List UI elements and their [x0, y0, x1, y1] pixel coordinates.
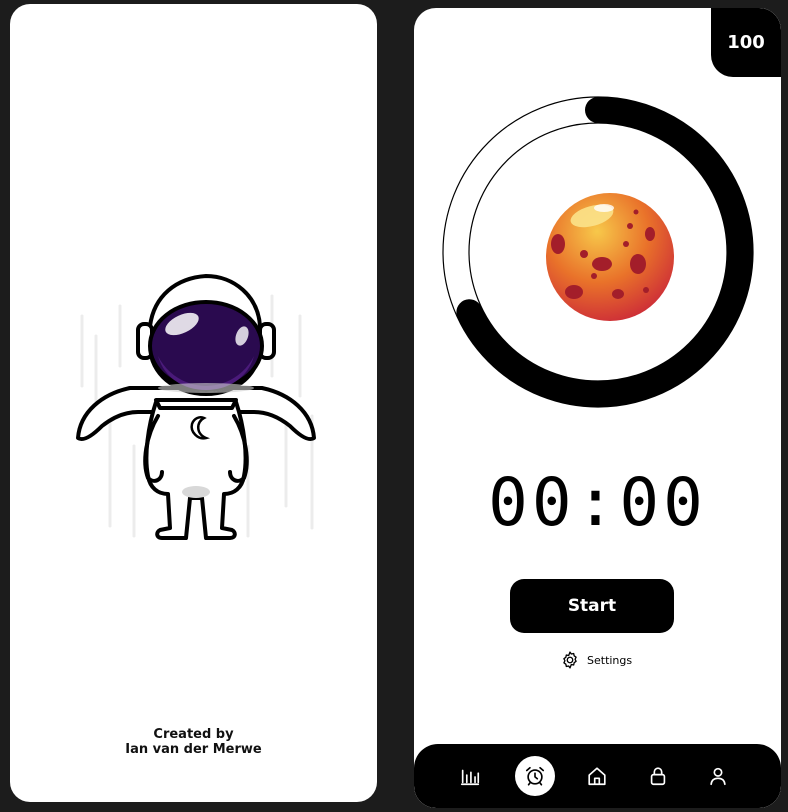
home-icon [588, 767, 606, 786]
settings-link[interactable]: Settings [560, 649, 632, 671]
credit-line-1: Created by [153, 727, 234, 742]
nav-timer[interactable] [515, 756, 555, 796]
score-badge: 100 [711, 8, 781, 77]
splash-screen: Created by Ian van der Merwe [10, 4, 377, 802]
nav-lock[interactable] [638, 756, 678, 796]
credit-author: Ian van der Merwe [125, 742, 262, 757]
credit-text: Created by Ian van der Merwe [10, 727, 377, 757]
timer-screen: 100 00:00 Start Settings [414, 8, 781, 808]
bottom-nav [414, 744, 781, 808]
nav-home[interactable] [577, 756, 617, 796]
nav-stats[interactable] [450, 756, 490, 796]
start-button[interactable]: Start [510, 579, 674, 633]
mars-planet-icon [546, 193, 674, 321]
astronaut-illustration [76, 273, 316, 540]
progress-ring [442, 96, 754, 408]
timer-display: 00:00 [488, 464, 707, 541]
user-icon [710, 767, 726, 786]
lock-icon [650, 767, 666, 786]
alarm-clock-icon [525, 766, 545, 786]
chart-icon [460, 769, 480, 786]
gear-icon [563, 651, 577, 669]
nav-profile[interactable] [698, 756, 738, 796]
settings-label: Settings [587, 653, 633, 667]
